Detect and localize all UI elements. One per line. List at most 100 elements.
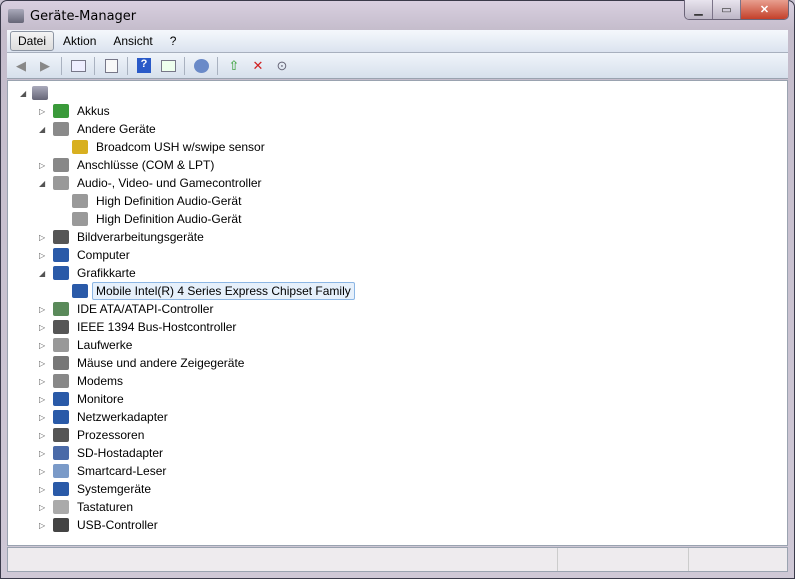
tree-category[interactable]: ▷ Smartcard-Leser <box>39 462 170 480</box>
camera-icon <box>53 230 69 244</box>
firewire-icon <box>53 320 69 334</box>
menu-ansicht[interactable]: Ansicht <box>105 31 160 51</box>
expand-icon[interactable]: ▷ <box>39 467 47 476</box>
collapse-icon[interactable]: ◢ <box>39 269 47 278</box>
speaker-icon <box>72 194 88 208</box>
expand-icon[interactable]: ▷ <box>39 305 47 314</box>
tree-category[interactable]: ◢ Andere Geräte <box>39 120 160 138</box>
tree-category[interactable]: ▷ USB-Controller <box>39 516 162 534</box>
tree-device[interactable]: Mobile Intel(R) 4 Series Express Chipset… <box>72 282 355 300</box>
expand-icon[interactable]: ▷ <box>39 431 47 440</box>
expand-icon[interactable]: ▷ <box>39 323 47 332</box>
update-driver-icon[interactable]: ⇧ <box>224 57 244 75</box>
console-tree-icon[interactable] <box>68 57 88 75</box>
expand-icon[interactable]: ▷ <box>39 413 47 422</box>
keyboard-icon <box>53 500 69 514</box>
expand-icon[interactable]: ▷ <box>39 449 47 458</box>
expand-icon[interactable]: ▷ <box>39 521 47 530</box>
action-pane-icon[interactable] <box>158 57 178 75</box>
expand-icon[interactable]: ▷ <box>39 251 47 260</box>
menu-datei[interactable]: Datei <box>10 31 55 51</box>
battery-icon <box>53 104 69 118</box>
tree-category[interactable]: ▷ Bildverarbeitungsgeräte <box>39 228 208 246</box>
tree-device[interactable]: High Definition Audio-Gerät <box>72 210 245 228</box>
tree-category[interactable]: ▷ Laufwerke <box>39 336 136 354</box>
display-adapter-icon <box>53 266 69 280</box>
tree-item-label: Andere Geräte <box>77 122 156 136</box>
tree-category[interactable]: ▷ Anschlüsse (COM & LPT) <box>39 156 218 174</box>
caption-buttons: ▁ ▭ ✕ <box>684 0 789 20</box>
device-tree: ◢ ▷ Akkus ◢ Andere Geräte Broadcom USH w/swi… <box>7 80 788 546</box>
expand-icon[interactable]: ▷ <box>39 107 47 116</box>
back-icon[interactable]: ◀ <box>11 57 31 75</box>
status-pane-main <box>8 548 558 571</box>
tree-category[interactable]: ◢ Audio-, Video- und Gamecontroller <box>39 174 266 192</box>
expand-icon[interactable]: ▷ <box>39 341 47 350</box>
tree-category[interactable]: ▷ Tastaturen <box>39 498 137 516</box>
tree-item-label: High Definition Audio-Gerät <box>96 212 242 226</box>
unknown-device-icon <box>53 122 69 136</box>
network-icon <box>53 410 69 424</box>
tree-device[interactable]: Broadcom USH w/swipe sensor <box>72 138 269 156</box>
collapse-icon[interactable]: ◢ <box>39 125 47 134</box>
tree-category[interactable]: ▷ Akkus <box>39 102 114 120</box>
expand-icon[interactable]: ▷ <box>39 503 47 512</box>
forward-icon[interactable]: ▶ <box>35 57 55 75</box>
device-manager-icon <box>8 9 24 23</box>
tree-category[interactable]: ▷ IEEE 1394 Bus-Hostcontroller <box>39 318 240 336</box>
modem-icon <box>53 374 69 388</box>
disable-icon[interactable]: ⊙ <box>272 57 292 75</box>
collapse-icon[interactable]: ◢ <box>39 179 47 188</box>
minimize-button[interactable]: ▁ <box>685 0 713 19</box>
tree-item-label: Prozessoren <box>77 428 145 442</box>
tree-root-label <box>52 91 60 95</box>
toolbar-separator <box>184 56 185 75</box>
maximize-button[interactable]: ▭ <box>713 0 741 19</box>
mouse-icon <box>53 356 69 370</box>
expand-icon[interactable]: ▷ <box>39 485 47 494</box>
tree-device[interactable]: High Definition Audio-Gerät <box>72 192 245 210</box>
tree-category[interactable]: ▷ SD-Hostadapter <box>39 444 167 462</box>
tree-item-label: Computer <box>77 248 130 262</box>
tree-category[interactable]: ▷ Computer <box>39 246 134 264</box>
uninstall-icon[interactable]: ✕ <box>248 57 268 75</box>
drive-icon <box>53 338 69 352</box>
tree-item-label: Monitore <box>77 392 124 406</box>
tree-category[interactable]: ▷ Prozessoren <box>39 426 148 444</box>
smartcard-icon <box>53 464 69 478</box>
tree-category[interactable]: ▷ Mäuse und andere Zeigegeräte <box>39 354 248 372</box>
expand-icon[interactable]: ▷ <box>39 377 47 386</box>
tree-category[interactable]: ▷ Netzwerkadapter <box>39 408 172 426</box>
tree-category[interactable]: ▷ Modems <box>39 372 127 390</box>
menu-help[interactable]: ? <box>162 31 185 51</box>
collapse-icon[interactable]: ◢ <box>20 89 28 98</box>
tree-item-label: SD-Hostadapter <box>77 446 164 460</box>
expand-icon[interactable]: ▷ <box>39 161 47 170</box>
window-title: Geräte-Manager <box>30 8 137 24</box>
menu-aktion[interactable]: Aktion <box>55 31 104 51</box>
tree-category[interactable]: ▷ IDE ATA/ATAPI-Controller <box>39 300 217 318</box>
close-button[interactable]: ✕ <box>741 0 788 19</box>
tree-item-label: IEEE 1394 Bus-Hostcontroller <box>77 320 237 334</box>
tree-item-label: Tastaturen <box>77 500 134 514</box>
ide-icon <box>53 302 69 316</box>
tree-category[interactable]: ◢ Grafikkarte <box>39 264 140 282</box>
display-adapter-icon <box>72 284 88 298</box>
scan-hardware-icon[interactable] <box>191 57 211 75</box>
tree-category[interactable]: ▷ Systemgeräte <box>39 480 155 498</box>
cpu-icon <box>53 428 69 442</box>
tree-item-label: Audio-, Video- und Gamecontroller <box>77 176 262 190</box>
expand-icon[interactable]: ▷ <box>39 395 47 404</box>
status-pane-3 <box>689 548 787 571</box>
tree-item-label: Modems <box>77 374 124 388</box>
tree-root[interactable]: ◢ <box>20 84 60 102</box>
sd-icon <box>53 446 69 460</box>
computer-icon <box>32 86 48 100</box>
tree-category[interactable]: ▷ Monitore <box>39 390 128 408</box>
tree-item-label: Netzwerkadapter <box>77 410 168 424</box>
expand-icon[interactable]: ▷ <box>39 233 47 242</box>
help-icon[interactable]: ? <box>134 57 154 75</box>
toolbar-separator <box>94 56 95 75</box>
expand-icon[interactable]: ▷ <box>39 359 47 368</box>
properties-icon[interactable] <box>101 57 121 75</box>
